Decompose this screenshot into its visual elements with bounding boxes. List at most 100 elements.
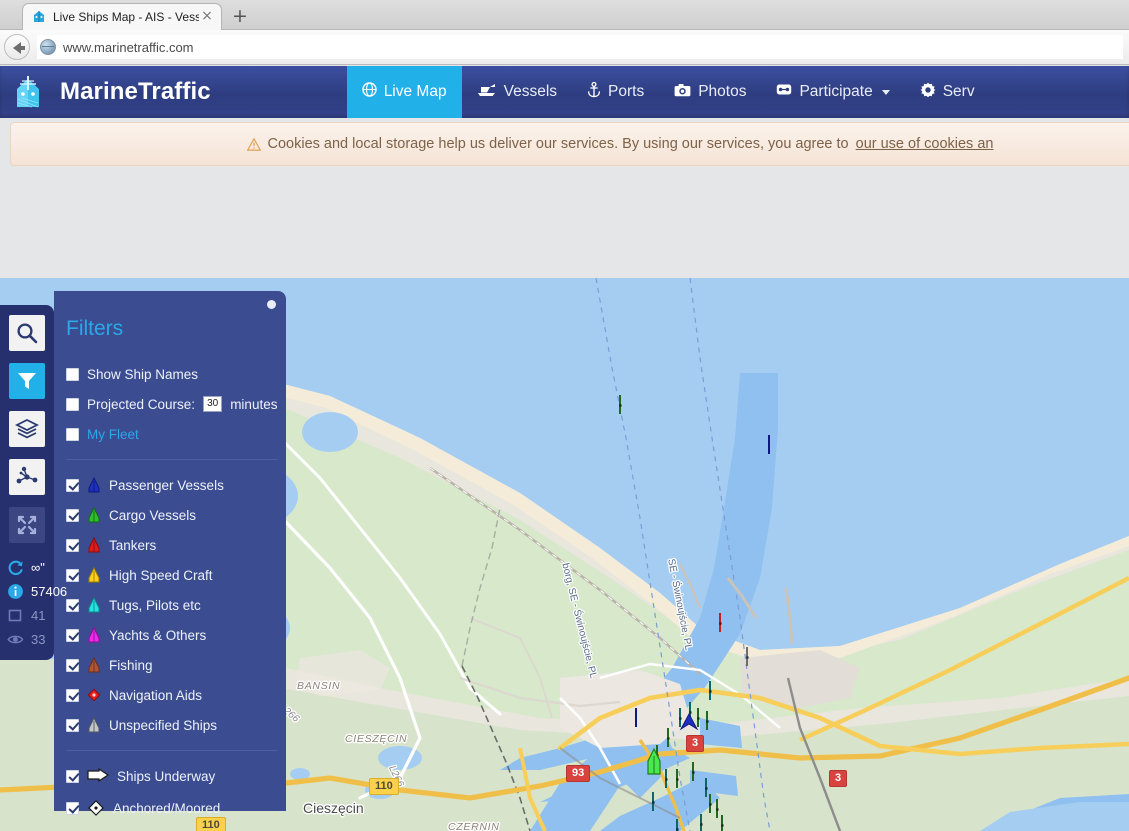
filter-fishing[interactable]: Fishing — [62, 650, 286, 680]
vessel-arrow-icon — [87, 716, 101, 733]
filter-yachts-others[interactable]: Yachts & Others — [62, 620, 286, 650]
vessel-marker[interactable] — [667, 728, 669, 747]
main-nav: Live Map Vessels Ports Photos Participat… — [346, 66, 990, 118]
my-fleet-link[interactable]: My Fleet — [87, 427, 139, 442]
filter-passenger-vessels[interactable]: Passenger Vessels — [62, 470, 286, 500]
stat-info[interactable]: 57406 — [0, 579, 67, 603]
vessel-arrow-icon — [87, 626, 101, 643]
vessel-marker[interactable] — [768, 435, 770, 454]
projected-course-minutes-input[interactable]: 30 — [203, 396, 223, 412]
road-shield: 3 — [686, 735, 705, 752]
filter-projected-course[interactable]: Projected Course: 30 minutes — [62, 389, 286, 419]
checkbox[interactable] — [66, 538, 79, 552]
chevron-down-icon — [881, 89, 890, 95]
vessel-marker[interactable] — [665, 769, 667, 788]
globe-icon — [361, 82, 377, 102]
filter-label: Navigation Aids — [109, 687, 203, 703]
browser-tab[interactable]: Live Ships Map - AIS - Vess... × — [22, 3, 222, 30]
vessel-marker[interactable] — [721, 815, 723, 831]
nav-label: Participate — [799, 83, 873, 100]
filter-cargo-vessels[interactable]: Cargo Vessels — [62, 500, 286, 530]
checkbox[interactable] — [66, 769, 79, 783]
nav-item-services[interactable]: Serv — [905, 66, 990, 118]
layers-icon[interactable] — [9, 411, 45, 447]
filter-navigation-aids[interactable]: Navigation Aids — [62, 680, 286, 710]
browser-tab-bar: Live Ships Map - AIS - Vess... × + — [0, 0, 1129, 30]
vessel-marker[interactable] — [746, 647, 748, 666]
vessel-marker[interactable] — [709, 794, 711, 813]
checkbox[interactable] — [66, 718, 79, 732]
road-shield: 93 — [566, 765, 591, 782]
vessel-marker[interactable] — [619, 395, 621, 414]
close-dot-icon[interactable] — [267, 300, 276, 309]
vessel-marker[interactable] — [676, 819, 678, 831]
checkbox[interactable] — [66, 801, 79, 815]
nav-item-vessels[interactable]: Vessels — [462, 66, 572, 118]
stat-eye[interactable]: 33 — [0, 627, 54, 651]
vessel-marker[interactable] — [709, 681, 711, 700]
search-icon[interactable] — [9, 315, 45, 351]
vessel-marker[interactable] — [705, 778, 707, 797]
gear-icon — [920, 82, 936, 103]
checkbox[interactable] — [66, 628, 79, 642]
browser-tab-title: Live Ships Map - AIS - Vess... — [53, 10, 199, 24]
globe-icon — [40, 39, 56, 55]
vessel-arrow-icon — [87, 506, 101, 523]
vessel-marker[interactable] — [676, 769, 678, 788]
nav-item-photos[interactable]: Photos — [659, 66, 761, 118]
filter-icon[interactable] — [9, 363, 45, 399]
new-tab-button[interactable]: + — [228, 6, 252, 28]
vessel-marker[interactable] — [652, 792, 654, 811]
checkbox[interactable] — [66, 658, 79, 672]
filter-label: Show Ship Names — [87, 366, 199, 382]
checkbox[interactable] — [66, 568, 79, 582]
filter-suffix: minutes — [230, 396, 278, 412]
road-shield: 3 — [829, 770, 848, 787]
stat-square[interactable]: 41 — [0, 603, 54, 627]
checkbox[interactable] — [66, 598, 79, 612]
fullscreen-icon[interactable] — [9, 507, 45, 543]
filter-show-ship-names[interactable]: Show Ship Names — [62, 359, 286, 389]
nav-label: Ports — [608, 83, 645, 100]
eye-icon — [7, 631, 24, 648]
nav-item-participate[interactable]: Participate — [761, 66, 904, 118]
close-icon[interactable]: × — [199, 9, 215, 25]
refresh-icon — [7, 559, 24, 576]
vessel-marker[interactable] — [635, 708, 637, 727]
network-icon[interactable] — [9, 459, 45, 495]
cookie-policy-link[interactable]: our use of cookies an — [856, 136, 994, 152]
nav-item-live-map[interactable]: Live Map — [346, 66, 462, 118]
url-bar[interactable]: www.marinetraffic.com — [37, 35, 1123, 59]
vessel-marker[interactable] — [706, 711, 708, 730]
checkbox[interactable] — [66, 688, 79, 702]
vessel-arrow-icon — [87, 566, 101, 583]
filter-anchored-moored[interactable]: Anchored/Moored — [62, 793, 286, 823]
page-root: Live Ships Map - AIS - Vess... × + www.m… — [0, 0, 1129, 831]
filter-my-fleet[interactable]: My Fleet — [62, 419, 286, 449]
vessel-marker[interactable] — [719, 613, 721, 632]
filter-tugs-pilots[interactable]: Tugs, Pilots etc — [62, 590, 286, 620]
checkbox[interactable] — [66, 508, 79, 522]
vessel-marker[interactable] — [700, 814, 702, 831]
checkbox[interactable] — [66, 427, 79, 441]
checkbox[interactable] — [66, 478, 79, 492]
filter-high-speed-craft[interactable]: High Speed Craft — [62, 560, 286, 590]
filter-label: Passenger Vessels — [109, 477, 224, 493]
brand[interactable]: MarineTraffic — [0, 66, 211, 118]
nav-item-ports[interactable]: Ports — [572, 66, 659, 118]
vessel-arrow-icon — [87, 656, 101, 673]
checkbox[interactable] — [66, 367, 79, 381]
checkbox[interactable] — [66, 397, 79, 411]
vessel-marker[interactable] — [692, 762, 694, 781]
vessel-marker[interactable] — [716, 799, 718, 818]
filter-unspecified-ships[interactable]: Unspecified Ships — [62, 710, 286, 740]
filter-label: Projected Course: — [87, 396, 196, 412]
ship-favicon — [31, 9, 47, 25]
vessel-arrow-icon — [87, 476, 101, 493]
stat-refresh[interactable]: ∞" — [0, 555, 54, 579]
filter-ships-underway[interactable]: Ships Underway — [62, 761, 286, 791]
back-arrow-icon[interactable] — [4, 34, 30, 60]
stat-value: 57406 — [31, 583, 68, 599]
filter-tankers[interactable]: Tankers — [62, 530, 286, 560]
filters-panel-title: Filters — [66, 317, 124, 340]
